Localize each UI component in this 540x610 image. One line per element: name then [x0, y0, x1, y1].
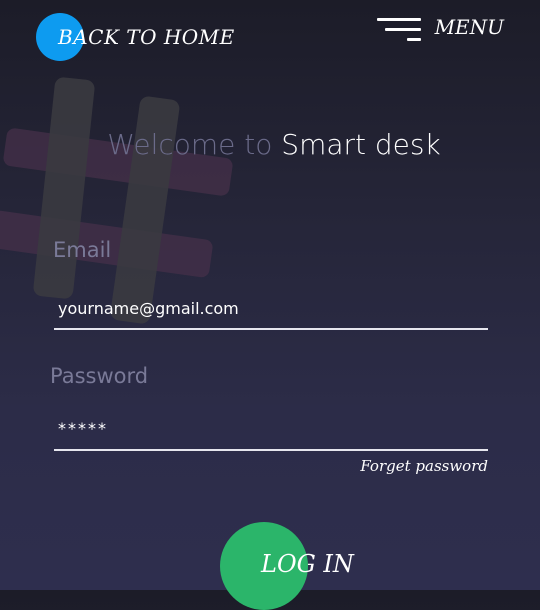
email-input[interactable] — [54, 288, 488, 330]
welcome-prefix: Welcome to — [107, 128, 273, 161]
welcome-heading: Welcome to Smart desk — [0, 128, 540, 161]
back-to-home-label: BACK TO HOME — [58, 25, 235, 49]
forgot-password-link[interactable]: Forget password — [360, 457, 488, 475]
back-to-home-button[interactable]: BACK TO HOME — [36, 13, 235, 61]
password-input[interactable] — [54, 408, 488, 451]
login-label: LOG IN — [261, 550, 354, 578]
hamburger-icon — [376, 14, 421, 41]
menu-button[interactable]: MENU — [376, 14, 504, 41]
password-label: Password — [50, 364, 149, 388]
app-name: Smart desk — [281, 128, 441, 161]
menu-label: MENU — [434, 15, 504, 39]
email-label: Email — [53, 238, 112, 262]
